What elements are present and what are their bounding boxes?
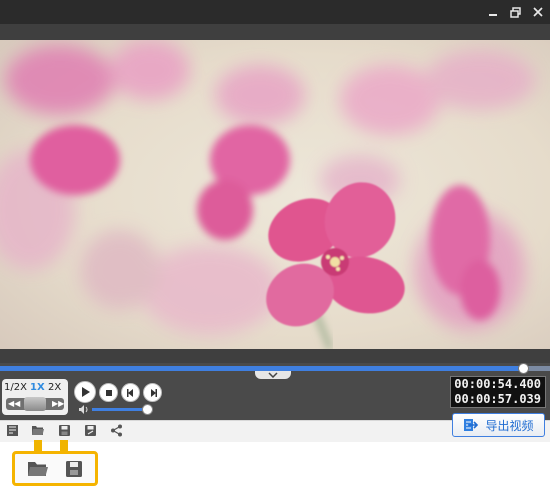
close-icon[interactable] — [529, 3, 547, 21]
export-icon — [464, 419, 479, 431]
title-bar — [0, 0, 550, 24]
time-display: 00:00:54.400 00:00:57.039 — [450, 376, 546, 408]
open-folder-icon — [27, 459, 49, 479]
next-frame-icon — [150, 388, 157, 397]
current-time: 00:00:54.400 — [454, 377, 541, 391]
share-icon[interactable] — [109, 423, 123, 437]
edit-icon[interactable] — [5, 423, 19, 437]
video-frame-image — [0, 40, 550, 349]
speed-slider-thumb[interactable] — [24, 397, 46, 411]
play-button[interactable] — [74, 381, 96, 403]
open-folder-icon[interactable] — [31, 423, 45, 437]
letterbox-top — [0, 24, 550, 40]
rewind-icon: ◀◀ — [8, 399, 21, 408]
collapse-toggle[interactable] — [255, 371, 291, 379]
play-icon — [82, 387, 90, 397]
speed-slider[interactable]: ◀◀ ▶▶ — [6, 397, 65, 411]
volume-icon[interactable] — [78, 404, 89, 415]
save-icon — [63, 459, 85, 479]
minimize-icon[interactable] — [484, 3, 502, 21]
video-preview[interactable] — [0, 24, 550, 363]
letterbox-bottom — [0, 349, 550, 363]
speed-normal-option[interactable]: 1X — [30, 382, 45, 393]
speed-control: 1/2X 1X 2X ◀◀ ▶▶ — [2, 379, 68, 415]
speed-half-option[interactable]: 1/2X — [4, 382, 27, 393]
fast-forward-icon: ▶▶ — [52, 399, 65, 408]
volume-fill — [92, 408, 148, 411]
stop-icon — [105, 389, 112, 396]
progress-handle[interactable] — [517, 363, 529, 374]
save-as-icon[interactable] — [83, 423, 97, 437]
export-video-label: 导出视频 — [485, 418, 534, 433]
zoom-callout — [12, 451, 98, 486]
previous-frame-icon — [126, 388, 133, 397]
speed-double-option[interactable]: 2X — [48, 382, 61, 393]
restore-icon[interactable] — [506, 3, 524, 21]
next-frame-button[interactable] — [143, 383, 162, 402]
export-video-button[interactable]: 导出视频 — [452, 413, 545, 437]
save-icon[interactable] — [57, 423, 71, 437]
stop-button[interactable] — [99, 383, 118, 402]
previous-frame-button[interactable] — [121, 383, 140, 402]
total-time: 00:00:57.039 — [454, 392, 541, 406]
